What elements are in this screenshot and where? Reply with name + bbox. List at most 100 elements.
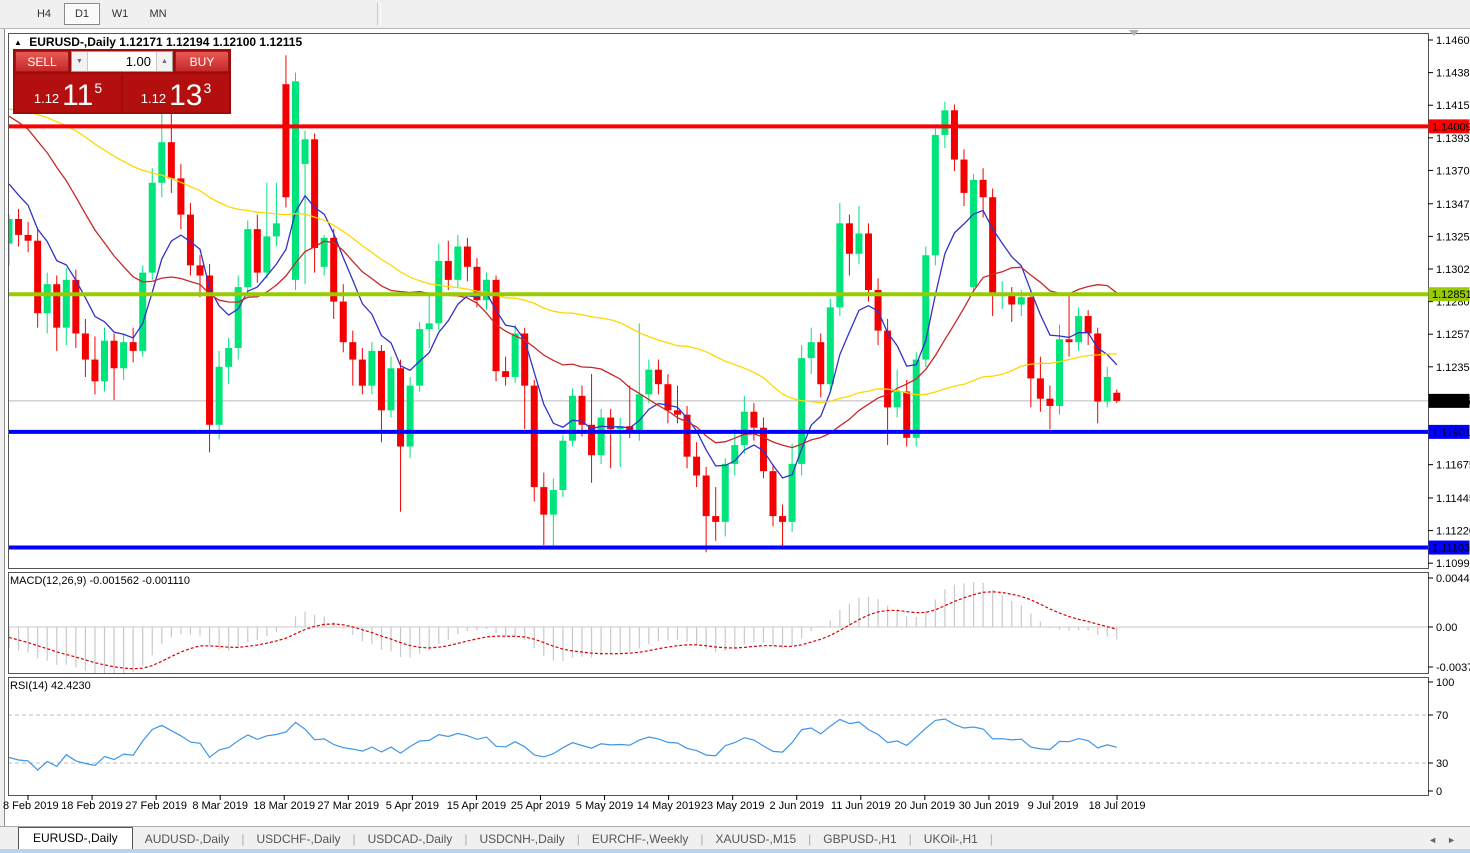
candle-up xyxy=(789,444,796,532)
macd-pane-frame xyxy=(9,573,1429,674)
candle-down xyxy=(703,467,710,553)
candle-down xyxy=(1094,328,1101,424)
buy-price-big: 13 xyxy=(169,82,202,109)
time-axis[interactable]: 8 Feb 201918 Feb 201927 Feb 20198 Mar 20… xyxy=(3,795,1145,812)
price-axis-tick: 1.14605 xyxy=(1436,35,1470,47)
date-axis-label: 9 Jul 2019 xyxy=(1028,800,1079,812)
svg-text:1.12115: 1.12115 xyxy=(1432,396,1470,408)
chart-tab-audusd-daily[interactable]: AUDUSD-,Daily xyxy=(133,829,242,850)
candle-up xyxy=(101,328,108,392)
timeframe-button-d1[interactable]: D1 xyxy=(64,3,100,25)
rsi-pane xyxy=(8,715,1428,770)
price-axis[interactable]: 1.146051.143801.141551.139301.137051.134… xyxy=(1428,35,1470,798)
candle-down xyxy=(961,149,968,206)
price-badge-1.11103: 1.11103 xyxy=(1429,541,1470,555)
chart-tab-eurchf-weekly[interactable]: EURCHF-,Weekly xyxy=(580,829,700,850)
price-axis-tick: 1.13705 xyxy=(1436,165,1470,177)
candle-down xyxy=(34,229,41,328)
timeframe-button-mn[interactable]: MN xyxy=(140,3,176,25)
date-axis-label: 30 Jun 2019 xyxy=(959,800,1020,812)
chart-tab-gbpusd-h1[interactable]: GBPUSD-,H1 xyxy=(811,829,908,850)
candle-up xyxy=(932,125,939,266)
price-badge-1.12851: 1.12851 xyxy=(1429,287,1470,301)
price-pane xyxy=(6,55,1429,552)
candle-up xyxy=(741,396,748,454)
tab-scroll-right-icon[interactable]: ► xyxy=(1447,835,1456,845)
candle-up xyxy=(216,351,223,439)
candle-up xyxy=(63,268,70,345)
candle-up xyxy=(1104,367,1111,408)
candle-down xyxy=(91,336,98,394)
chart-tab-usdcnh-daily[interactable]: USDCNH-,Daily xyxy=(467,829,576,850)
candle-down xyxy=(531,380,538,502)
chart-tab-xauusd-m15[interactable]: XAUUSD-,M15 xyxy=(703,829,808,850)
candle-down xyxy=(177,164,184,229)
candle-up xyxy=(722,458,729,536)
date-axis-label: 18 Jul 2019 xyxy=(1089,800,1146,812)
candle-down xyxy=(254,215,261,283)
buy-price-display[interactable]: 1.12 13 3 xyxy=(123,74,229,112)
candle-down xyxy=(655,360,662,395)
volume-increase-icon[interactable]: ▲ xyxy=(156,52,172,71)
price-axis-tick: 1.12575 xyxy=(1436,329,1470,341)
candle-down xyxy=(53,276,60,351)
timeframe-button-w1[interactable]: W1 xyxy=(102,3,138,25)
date-axis-label: 14 May 2019 xyxy=(637,800,701,812)
macd-indicator-label: MACD(12,26,9) -0.001562 -0.001110 xyxy=(10,575,190,587)
sell-price-sup: 5 xyxy=(94,80,102,96)
date-axis-label: 8 Mar 2019 xyxy=(192,800,248,812)
chart-tab-eurusd-daily[interactable]: EURUSD-,Daily xyxy=(18,827,133,850)
price-badge-1.12115: 1.12115 xyxy=(1429,394,1470,408)
volume-decrease-icon[interactable]: ▼ xyxy=(72,52,88,71)
buy-price-prefix: 1.12 xyxy=(141,91,166,106)
timeframe-button-h4[interactable]: H4 xyxy=(26,3,62,25)
one-click-trading-panel: SELL ▼ ▲ BUY 1.12 11 5 1.12 13 3 xyxy=(13,49,231,114)
candle-down xyxy=(349,331,356,386)
sell-price-big: 11 xyxy=(62,82,93,109)
chart-tab-usdchf-daily[interactable]: USDCHF-,Daily xyxy=(245,829,353,850)
candle-up xyxy=(559,435,566,497)
sell-price-prefix: 1.12 xyxy=(34,91,59,106)
buy-button[interactable]: BUY xyxy=(175,51,229,72)
price-axis-tick: 1.13250 xyxy=(1436,231,1470,243)
candle-up xyxy=(292,73,299,290)
candle-up xyxy=(1056,325,1063,415)
date-axis-label: 27 Feb 2019 xyxy=(125,800,187,812)
rsi-axis-tick: 100 xyxy=(1436,677,1454,689)
volume-input[interactable] xyxy=(88,52,156,71)
price-axis-tick: 1.11220 xyxy=(1436,526,1470,538)
rsi-pane-frame xyxy=(9,678,1429,796)
rsi-axis-tick: 0 xyxy=(1436,786,1442,798)
price-axis-tick: 1.14380 xyxy=(1436,68,1470,80)
svg-text:1.12851: 1.12851 xyxy=(1432,289,1470,301)
candle-up xyxy=(894,370,901,418)
chart-shift-marker-icon[interactable] xyxy=(1129,30,1139,36)
candle-up xyxy=(731,429,738,475)
candle-down xyxy=(1037,357,1044,412)
chart-title-symbol: EURUSD-,Daily xyxy=(29,35,116,49)
candle-up xyxy=(302,131,309,285)
buy-price-sup: 3 xyxy=(203,80,211,96)
date-axis-label: 11 Jun 2019 xyxy=(831,800,891,812)
candle-down xyxy=(82,319,89,377)
candle-up xyxy=(263,183,270,279)
candle-up xyxy=(922,247,929,367)
sell-button[interactable]: SELL xyxy=(15,51,69,72)
chart-tab-usdcad-daily[interactable]: USDCAD-,Daily xyxy=(356,829,465,850)
candle-up xyxy=(225,338,232,384)
price-badge-1.11901: 1.11901 xyxy=(1429,425,1470,439)
svg-text:1.14009: 1.14009 xyxy=(1432,121,1470,133)
candle-down xyxy=(770,464,777,526)
price-axis-tick: 1.13025 xyxy=(1436,264,1470,276)
candle-up xyxy=(416,322,423,392)
candle-down xyxy=(779,504,786,547)
sell-price-display[interactable]: 1.12 11 5 xyxy=(15,74,121,112)
candle-up xyxy=(44,273,51,334)
candle-down xyxy=(445,241,452,290)
candle-down xyxy=(579,386,586,437)
chart-tab-ukoil-h1[interactable]: UKOil-,H1 xyxy=(912,829,990,850)
tab-scroll-left-icon[interactable]: ◄ xyxy=(1428,835,1437,845)
price-axis-tick: 1.14155 xyxy=(1436,100,1470,112)
price-axis-tick: 1.13475 xyxy=(1436,199,1470,211)
price-axis-tick: 1.11675 xyxy=(1436,460,1470,472)
